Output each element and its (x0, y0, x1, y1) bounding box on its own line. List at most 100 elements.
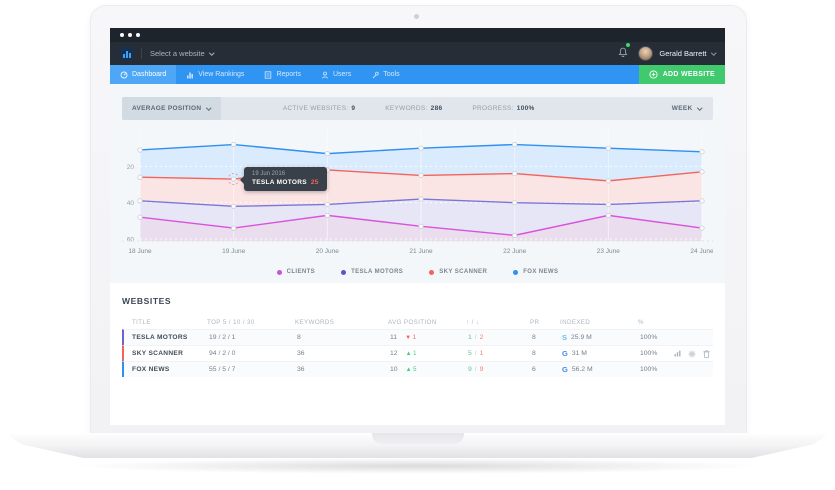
laptop-notch (372, 433, 464, 444)
app-logo-icon[interactable] (120, 47, 133, 60)
header-up-down[interactable]: ↑ / ↓ (466, 319, 530, 326)
bell-icon (618, 47, 628, 58)
header-indexed[interactable]: INDEXED (560, 319, 638, 326)
row-avg-change: ▲ 1 (406, 351, 417, 357)
menu-label: View Rankings (198, 71, 244, 78)
row-top: 94 / 2 / 0 (209, 350, 297, 357)
divider (141, 48, 142, 59)
window-dot[interactable] (120, 33, 124, 37)
row-delete-button[interactable] (703, 350, 710, 358)
window-dot[interactable] (136, 33, 140, 37)
row-avg: 12 (390, 350, 398, 357)
row-title: TESLA MOTORS (124, 334, 209, 341)
table-row[interactable]: SKY SCANNER 94 / 2 / 0 36 12 ▲ 1 5 / 1 8 (122, 345, 713, 361)
menu-item-users[interactable]: Users (311, 65, 361, 84)
header-avg-position[interactable]: AVG POSITION (388, 319, 466, 326)
menu-label: Dashboard (132, 71, 166, 78)
stat-keywords: KEYWORDS: 286 (385, 105, 442, 112)
site-selector-dropdown[interactable]: Select a website (150, 49, 213, 58)
laptop-mockup: Select a website Gerald Barrett (0, 0, 835, 490)
row-percent: 100% (640, 366, 674, 373)
search-engine-icon: S (562, 333, 567, 342)
dashboard-icon (120, 71, 128, 79)
add-website-button[interactable]: ADD WEBSITE (639, 65, 725, 84)
top-navbar: Select a website Gerald Barrett (110, 42, 725, 65)
header-top[interactable]: TOP 5 / 10 / 30 (207, 319, 295, 326)
chart-legend: CLIENTS TESLA MOTORS SKY SCANNER FOX NEW… (122, 269, 713, 275)
gear-icon (688, 350, 696, 358)
range-selector-dropdown[interactable]: WEEK (660, 97, 713, 120)
row-indexed: 25.9 M (571, 334, 592, 341)
table-row[interactable]: FOX NEWS 55 / 5 / 7 36 10 ▲ 5 9 / 9 6 (122, 361, 713, 377)
main-menubar: Dashboard View Rankings Reports (110, 65, 725, 84)
legend-item-fox-news[interactable]: FOX NEWS (513, 269, 558, 275)
menu-item-view-rankings[interactable]: View Rankings (176, 65, 254, 84)
stat-progress: PROGRESS: 100% (472, 105, 534, 112)
menu-label: Reports (276, 71, 301, 78)
websites-title: WEBSITES (122, 296, 713, 306)
header-percent[interactable]: % (638, 319, 672, 326)
row-pr: 8 (532, 334, 562, 341)
row-settings-button[interactable] (688, 350, 696, 358)
chevron-down-icon (209, 50, 214, 55)
websites-table: TITLE TOP 5 / 10 / 30 KEYWORDS AVG POSIT… (122, 315, 713, 377)
stats-bar: AVERAGE POSITION ACTIVE WEBSITES: 9 KEYW… (122, 97, 713, 120)
notification-dot (626, 43, 630, 47)
row-keywords: 36 (297, 366, 390, 373)
rankings-chart-wrap: 20406018 June19 June20 June21 June22 Jun… (122, 126, 713, 266)
row-avg: 11 (390, 334, 397, 341)
stat-active-websites: ACTIVE WEBSITES: 9 (283, 105, 355, 112)
site-selector-label: Select a website (150, 49, 205, 58)
google-icon: G (562, 365, 568, 374)
svg-text:23 June: 23 June (597, 248, 621, 255)
header-keywords[interactable]: KEYWORDS (295, 319, 388, 326)
svg-text:18 June: 18 June (128, 248, 152, 255)
menu-item-tools[interactable]: Tools (361, 65, 409, 84)
svg-text:22 June: 22 June (503, 248, 527, 255)
legend-item-sky-scanner[interactable]: SKY SCANNER (429, 269, 487, 275)
user-menu[interactable]: Gerald Barrett (659, 49, 715, 58)
row-avg-change: ▼ 1 (405, 335, 416, 341)
dashboard-content: AVERAGE POSITION ACTIVE WEBSITES: 9 KEYW… (110, 84, 725, 425)
row-avg-change: ▲ 5 (406, 367, 417, 373)
legend-item-tesla-motors[interactable]: TESLA MOTORS (341, 269, 403, 275)
svg-text:21 June: 21 June (409, 248, 433, 255)
avatar[interactable] (638, 46, 653, 61)
row-title: SKY SCANNER (124, 350, 209, 357)
trash-icon (703, 350, 710, 358)
user-name: Gerald Barrett (659, 49, 706, 58)
legend-item-clients[interactable]: CLIENTS (277, 269, 315, 275)
svg-text:20: 20 (127, 164, 135, 171)
table-row[interactable]: TESLA MOTORS 19 / 2 / 1 8 11 ▼ 1 1 / 2 8 (122, 329, 713, 345)
row-keywords: 36 (297, 350, 390, 357)
tools-icon (371, 71, 379, 79)
row-indexed: 31 M (572, 350, 587, 357)
menu-item-reports[interactable]: Reports (254, 65, 311, 84)
plus-circle-icon (649, 70, 658, 79)
svg-text:40: 40 (127, 200, 135, 207)
metric-selector-dropdown[interactable]: AVERAGE POSITION (122, 97, 221, 120)
chevron-down-icon (711, 50, 716, 55)
row-title: FOX NEWS (124, 366, 209, 373)
chevron-down-icon (697, 105, 702, 110)
window-titlebar (110, 28, 725, 42)
window-dot[interactable] (128, 33, 132, 37)
svg-text:60: 60 (127, 237, 135, 244)
legend-dot (429, 270, 434, 275)
rankings-chart[interactable]: 20406018 June19 June20 June21 June22 Jun… (122, 126, 713, 266)
row-keywords: 8 (297, 334, 390, 341)
row-avg: 10 (390, 366, 398, 373)
reports-icon (264, 71, 272, 79)
header-pr[interactable]: PR (530, 319, 560, 326)
svg-text:24 June: 24 June (690, 248, 713, 255)
laptop-base (5, 433, 830, 458)
tooltip-series-label: TESLA MOTORS (252, 179, 307, 186)
legend-dot (341, 270, 346, 275)
notifications-button[interactable] (618, 45, 628, 63)
header-title[interactable]: TITLE (122, 319, 207, 326)
menu-item-dashboard[interactable]: Dashboard (110, 65, 176, 84)
row-stats-button[interactable] (674, 350, 681, 358)
row-top: 55 / 5 / 7 (209, 366, 297, 373)
tooltip-value: 25 (311, 179, 319, 186)
menu-label: Tools (383, 71, 399, 78)
